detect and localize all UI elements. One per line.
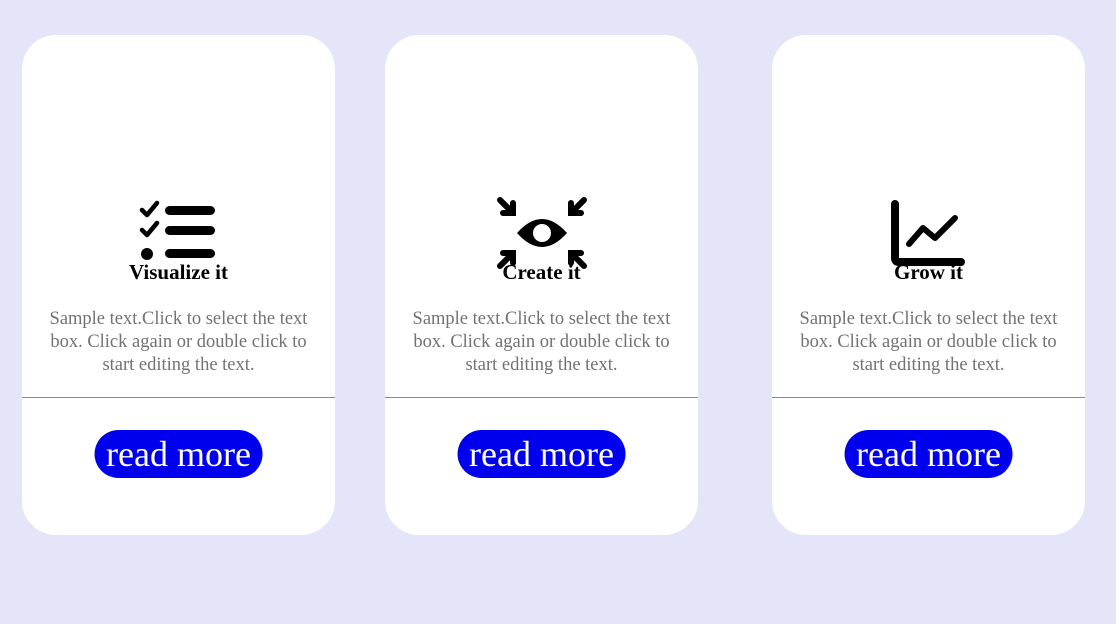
feature-card-create: Create it Sample text.Click to select th… xyxy=(385,35,698,535)
feature-card-grow: Grow it Sample text.Click to select the … xyxy=(772,35,1085,535)
read-more-button[interactable]: read more xyxy=(457,430,626,478)
card-description: Sample text.Click to select the text box… xyxy=(49,309,308,375)
card-title: Visualize it xyxy=(129,260,228,284)
card-description: Sample text.Click to select the text box… xyxy=(799,309,1058,375)
read-more-button[interactable]: read more xyxy=(94,430,263,478)
read-more-button[interactable]: read more xyxy=(844,430,1013,478)
card-description: Sample text.Click to select the text box… xyxy=(412,309,671,375)
card-divider xyxy=(22,397,335,398)
feature-card-visualize: Visualize it Sample text.Click to select… xyxy=(22,35,335,535)
card-divider xyxy=(772,397,1085,398)
card-title: Grow it xyxy=(893,260,964,284)
card-divider xyxy=(385,397,698,398)
card-title: Create it xyxy=(502,260,581,284)
